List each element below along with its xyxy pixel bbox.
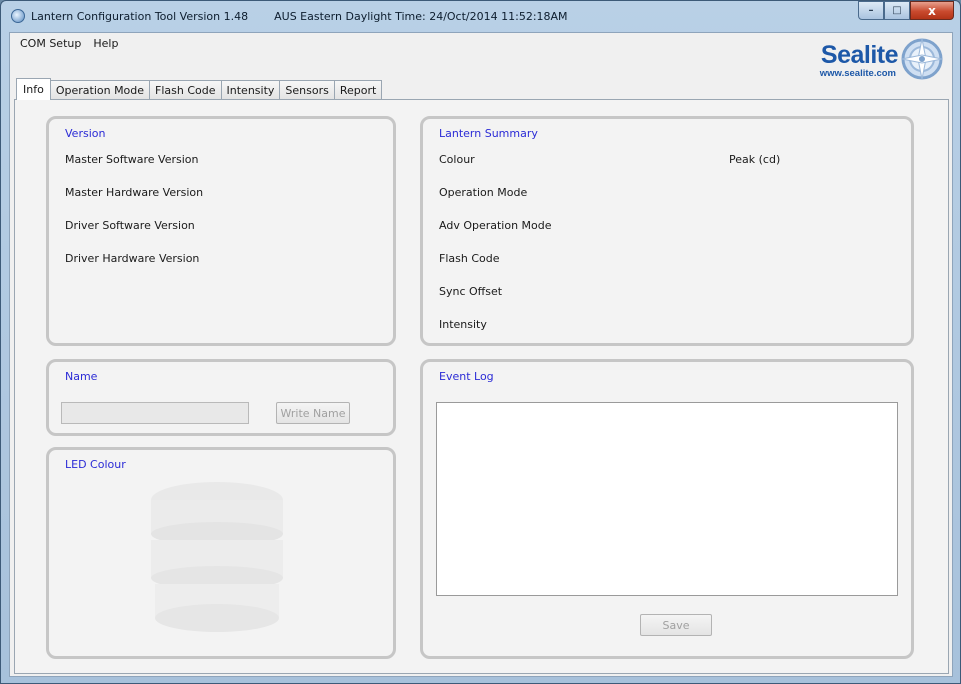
minimize-icon: – [868, 5, 874, 16]
tab-flash-code[interactable]: Flash Code [149, 80, 222, 100]
master-hardware-version-label: Master Hardware Version [65, 186, 204, 199]
lantern-summary-title: Lantern Summary [439, 127, 538, 140]
peak-cd-label: Peak (cd) [729, 153, 781, 166]
client-area: COM Setup Help Sealite www.sealite.com I… [9, 32, 953, 677]
intensity-label: Intensity [439, 318, 487, 331]
flash-code-label: Flash Code [439, 252, 500, 265]
save-button[interactable]: Save [640, 614, 712, 636]
tab-strip: Info Operation Mode Flash Code Intensity… [16, 78, 383, 100]
compass-icon [901, 38, 943, 80]
app-window: Lantern Configuration Tool Version 1.48 … [0, 0, 961, 684]
led-lantern-graphic [151, 482, 283, 632]
version-group: Version Master Software Version Master H… [46, 116, 396, 346]
name-group: Name Write Name [46, 359, 396, 436]
driver-software-version-label: Driver Software Version [65, 219, 195, 232]
close-icon: x [928, 3, 936, 18]
sync-offset-label: Sync Offset [439, 285, 503, 298]
event-log-textarea[interactable] [436, 402, 898, 596]
tab-report[interactable]: Report [333, 80, 383, 100]
menu-com-setup[interactable]: COM Setup [14, 37, 87, 50]
minimize-button[interactable]: – [858, 1, 884, 20]
event-log-group: Event Log Save [420, 359, 914, 659]
version-group-title: Version [65, 127, 106, 140]
menu-help[interactable]: Help [87, 37, 124, 50]
maximize-button[interactable]: □ [884, 1, 910, 20]
maximize-icon: □ [892, 5, 902, 16]
adv-operation-mode-label: Adv Operation Mode [439, 219, 552, 232]
lantern-summary-group: Lantern Summary Colour Peak (cd) Operati… [420, 116, 914, 346]
tab-info[interactable]: Info [16, 78, 51, 100]
event-log-title: Event Log [439, 370, 494, 383]
name-input[interactable] [61, 402, 249, 424]
tab-operation-mode[interactable]: Operation Mode [49, 80, 151, 100]
sealite-logo: Sealite www.sealite.com [800, 35, 946, 83]
title-timestamp: AUS Eastern Daylight Time: 24/Oct/2014 1… [274, 9, 568, 23]
close-button[interactable]: x [910, 1, 954, 20]
master-software-version-label: Master Software Version [65, 153, 199, 166]
led-colour-group: LED Colour [46, 447, 396, 659]
tab-sensors[interactable]: Sensors [279, 80, 335, 100]
led-colour-title: LED Colour [65, 458, 126, 471]
title-bar[interactable]: Lantern Configuration Tool Version 1.48 … [1, 1, 960, 31]
info-panel: Version Master Software Version Master H… [14, 99, 949, 674]
logo-brand: Sealite [820, 41, 899, 69]
app-icon [11, 9, 25, 23]
window-controls: – □ x [858, 1, 954, 20]
tab-intensity[interactable]: Intensity [220, 80, 281, 100]
window-title: Lantern Configuration Tool Version 1.48 [31, 9, 249, 23]
colour-label: Colour [439, 153, 475, 166]
menu-bar: COM Setup Help [10, 33, 124, 53]
operation-mode-label: Operation Mode [439, 186, 528, 199]
name-group-title: Name [65, 370, 98, 383]
write-name-button[interactable]: Write Name [276, 402, 350, 424]
driver-hardware-version-label: Driver Hardware Version [65, 252, 200, 265]
logo-url: www.sealite.com [819, 68, 896, 79]
